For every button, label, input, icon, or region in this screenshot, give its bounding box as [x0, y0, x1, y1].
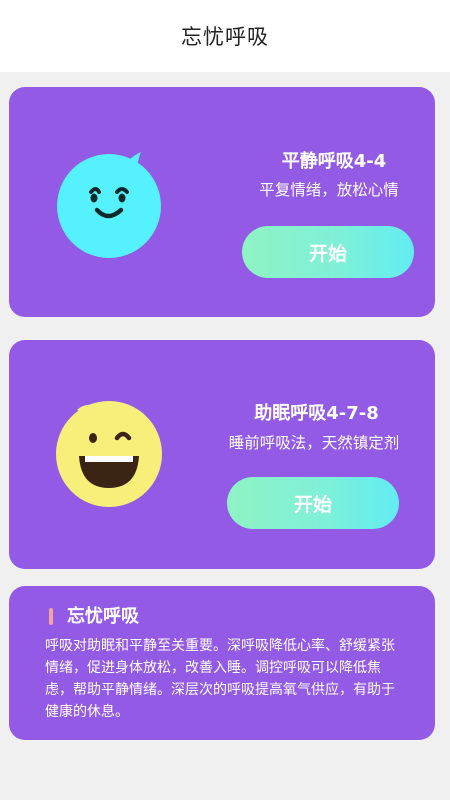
card-subtitle: 平复情绪，放松心情 [259, 181, 399, 199]
page: 忘忧呼吸 平静呼吸4-4 平复情绪，放松心情 开始 助眠呼吸4-7-8 睡前呼吸… [0, 0, 450, 800]
calm-smile-face-icon [57, 152, 161, 258]
start-button[interactable]: 开始 [242, 226, 414, 278]
page-title: 忘忧呼吸 [181, 25, 269, 49]
info-title: 忘忧呼吸 [67, 606, 139, 627]
laughing-face-icon [56, 401, 162, 507]
info-body: 呼吸对助眠和平静至关重要。深呼吸降低心率、舒缓紧张情绪，促进身体放松，改善入睡。… [45, 638, 395, 720]
card-title: 平静呼吸4-4 [281, 151, 387, 172]
accent-bar [49, 608, 53, 625]
calm-breathing-card: 平静呼吸4-4 平复情绪，放松心情 开始 [9, 87, 435, 317]
header: 忘忧呼吸 [0, 0, 450, 72]
sleep-breathing-card: 助眠呼吸4-7-8 睡前呼吸法，天然镇定剂 开始 [9, 340, 435, 569]
card-subtitle: 睡前呼吸法，天然镇定剂 [228, 434, 400, 452]
start-button[interactable]: 开始 [227, 477, 399, 529]
info-card: 忘忧呼吸 呼吸对助眠和平静至关重要。深呼吸降低心率、舒缓紧张情绪，促进身体放松，… [9, 586, 435, 740]
card-title: 助眠呼吸4-7-8 [254, 403, 379, 424]
